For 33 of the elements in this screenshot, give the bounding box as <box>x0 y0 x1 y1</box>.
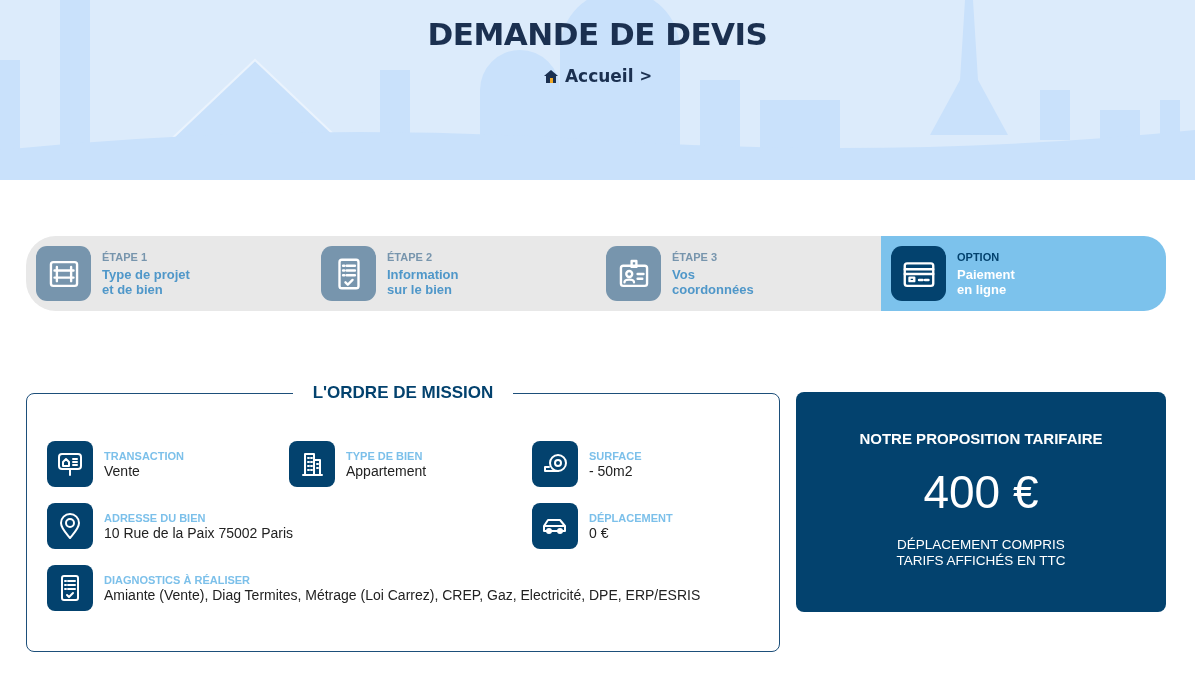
field-value: Amiante (Vente), Diag Termites, Métrage (Loi Carrez), CREP, Gaz, Electricité, DPE, ERP/ESRIS <box>104 586 701 603</box>
field-label: SURFACE <box>589 449 642 462</box>
step-label: Paiement en ligne <box>957 266 1015 297</box>
field-label: TYPE DE BIEN <box>346 449 424 462</box>
home-icon <box>542 68 559 84</box>
mission-title: L'ORDRE DE MISSION <box>311 383 495 403</box>
field-label: ADRESSE DU BIEN <box>104 511 207 524</box>
price-title: NOTRE PROPOSITION TARIFAIRE <box>859 430 1103 447</box>
field-value: Vente <box>104 462 141 479</box>
page-title: DEMANDE DE DEVIS <box>427 16 768 52</box>
step-tab[interactable]: ÉTAPE 1 Type de projet et de bien <box>26 236 311 311</box>
price-note: TARIFS AFFICHÉS EN TTC <box>896 553 1066 569</box>
step-label: Vos coordonnées <box>672 266 754 297</box>
breadcrumb-link[interactable]: Accueil <box>564 66 634 86</box>
breadcrumb-separator: > <box>639 67 653 85</box>
step-number: ÉTAPE 1 <box>102 250 149 263</box>
step-number: ÉTAPE 3 <box>672 250 719 263</box>
step-label: Information sur le bien <box>387 266 459 297</box>
step-number: ÉTAPE 2 <box>387 250 434 263</box>
step-tab[interactable]: OPTION Paiement en ligne <box>881 236 1166 311</box>
price-amount: 400 € <box>923 465 1039 519</box>
step-number: OPTION <box>957 250 1001 263</box>
field-value: Appartement <box>346 462 427 479</box>
step-label: Type de projet et de bien <box>102 266 190 297</box>
field-label: DIAGNOSTICS À RÉALISER <box>104 573 252 586</box>
field-value: 0 € <box>589 524 610 541</box>
step-tab[interactable]: ÉTAPE 3 Vos coordonnées <box>596 236 881 311</box>
step-tab[interactable]: ÉTAPE 2 Information sur le bien <box>311 236 596 311</box>
price-note: DÉPLACEMENT COMPRIS <box>897 537 1065 553</box>
field-value: - 50m2 <box>589 462 634 479</box>
field-label: DÉPLACEMENT <box>589 511 673 524</box>
field-label: TRANSACTION <box>104 449 185 462</box>
field-value: 10 Rue de la Paix 75002 Paris <box>104 524 294 541</box>
